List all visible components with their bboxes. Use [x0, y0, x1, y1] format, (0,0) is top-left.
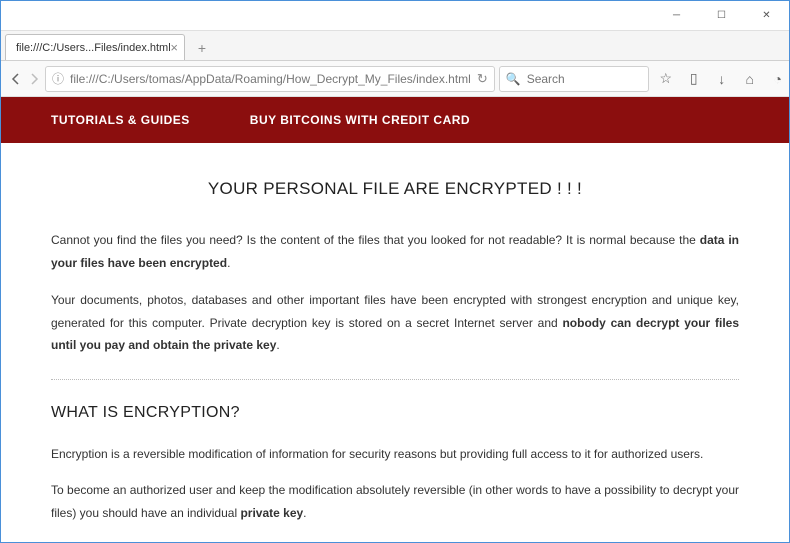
- text: To become an authorized user and keep th…: [51, 483, 739, 520]
- divider: [51, 379, 739, 380]
- minimize-button[interactable]: ─: [654, 1, 699, 30]
- back-button[interactable]: [9, 66, 23, 92]
- window-titlebar: ─ ☐ ✕: [1, 1, 789, 31]
- search-icon: 🔍: [506, 72, 521, 86]
- browser-tab[interactable]: file:///C:/Users...Files/index.html ×: [5, 34, 185, 60]
- home-icon[interactable]: ⌂: [737, 66, 763, 92]
- tab-close-icon[interactable]: ×: [170, 40, 178, 55]
- nav-tutorials[interactable]: TUTORIALS & GUIDES: [51, 113, 190, 127]
- sync-icon[interactable]: ◔: [765, 66, 790, 92]
- tab-bar: file:///C:/Users...Files/index.html × +: [1, 31, 789, 61]
- new-tab-button[interactable]: +: [189, 36, 215, 60]
- sidebar-icon[interactable]: ▯: [681, 66, 707, 92]
- page-navigation: TUTORIALS & GUIDES BUY BITCOINS WITH CRE…: [1, 97, 789, 143]
- text: .: [303, 506, 306, 520]
- forward-button[interactable]: [27, 66, 41, 92]
- paragraph-3: Encryption is a reversible modification …: [51, 443, 739, 466]
- toolbar-actions: ☆ ▯ ↓ ⌂ ◔ ⌄ ☰: [653, 66, 790, 92]
- reload-icon[interactable]: ↻: [477, 71, 488, 87]
- bookmark-icon[interactable]: ☆: [653, 66, 679, 92]
- page-body: YOUR PERSONAL FILE ARE ENCRYPTED ! ! ! C…: [1, 143, 789, 542]
- tab-title: file:///C:/Users...Files/index.html: [16, 42, 171, 54]
- info-icon[interactable]: ⓘ: [52, 70, 64, 87]
- downloads-icon[interactable]: ↓: [709, 66, 735, 92]
- page-content[interactable]: TUTORIALS & GUIDES BUY BITCOINS WITH CRE…: [1, 97, 789, 542]
- heading-encryption: WHAT IS ENCRYPTION?: [51, 398, 739, 428]
- back-icon: [9, 72, 23, 86]
- close-button[interactable]: ✕: [744, 1, 789, 30]
- url-text: file:///C:/Users/tomas/AppData/Roaming/H…: [70, 72, 471, 86]
- address-bar[interactable]: ⓘ file:///C:/Users/tomas/AppData/Roaming…: [45, 66, 495, 92]
- browser-window: ─ ☐ ✕ file:///C:/Users...Files/index.htm…: [0, 0, 790, 543]
- text: .: [276, 338, 279, 352]
- text-bold: private key: [240, 506, 303, 520]
- page-title: YOUR PERSONAL FILE ARE ENCRYPTED ! ! !: [51, 173, 739, 205]
- search-bar[interactable]: 🔍: [499, 66, 649, 92]
- paragraph-4: To become an authorized user and keep th…: [51, 479, 739, 525]
- nav-buy-bitcoins[interactable]: BUY BITCOINS WITH CREDIT CARD: [250, 113, 470, 127]
- forward-icon: [27, 72, 41, 86]
- window-controls: ─ ☐ ✕: [654, 1, 789, 30]
- browser-toolbar: ⓘ file:///C:/Users/tomas/AppData/Roaming…: [1, 61, 789, 97]
- maximize-button[interactable]: ☐: [699, 1, 744, 30]
- paragraph-2: Your documents, photos, databases and ot…: [51, 289, 739, 357]
- paragraph-1: Cannot you find the files you need? Is t…: [51, 229, 739, 275]
- text: Cannot you find the files you need? Is t…: [51, 233, 700, 247]
- text: .: [227, 256, 230, 270]
